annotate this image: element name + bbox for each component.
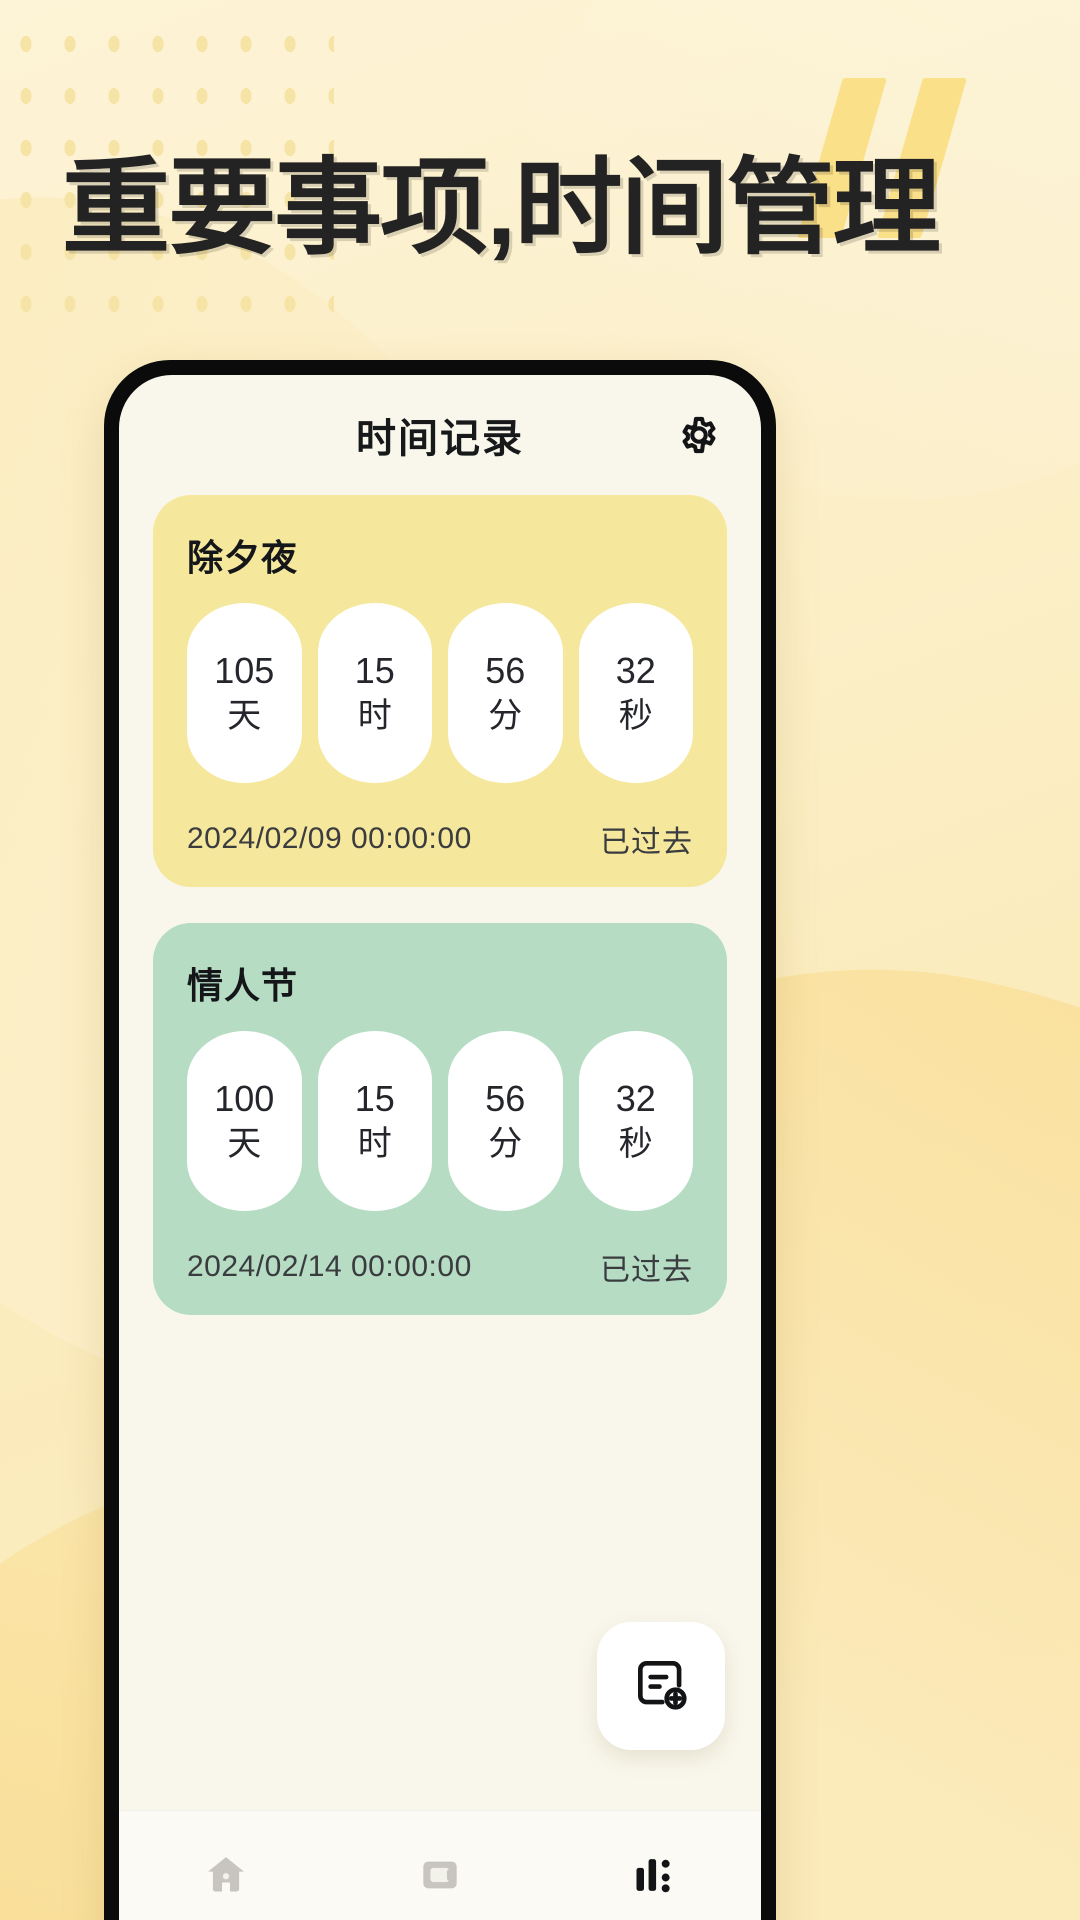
gear-icon bbox=[673, 409, 725, 461]
countdown-value: 15 bbox=[354, 650, 395, 692]
countdown-unit-minutes: 56 分 bbox=[448, 1031, 563, 1211]
countdown-label: 分 bbox=[488, 697, 523, 736]
countdown-row: 105 天 15 时 56 分 32 秒 bbox=[187, 603, 693, 783]
countdown-value: 32 bbox=[615, 650, 656, 692]
countdown-label: 天 bbox=[227, 1125, 262, 1164]
event-datetime: 2024/02/14 00:00:00 bbox=[187, 1250, 472, 1283]
countdown-value: 56 bbox=[485, 650, 526, 692]
promo-headline: 重要事项,时间管理 bbox=[62, 150, 941, 267]
status-badge: 已过去 bbox=[600, 1254, 693, 1287]
countdown-value: 15 bbox=[354, 1078, 395, 1120]
add-event-button[interactable] bbox=[597, 1622, 725, 1750]
countdown-unit-seconds: 32 秒 bbox=[578, 603, 693, 783]
page-title: 时间记录 bbox=[356, 417, 524, 461]
countdown-unit-days: 105 天 bbox=[187, 603, 302, 783]
event-title: 情人节 bbox=[187, 965, 299, 1006]
countdown-label: 秒 bbox=[618, 697, 653, 736]
countdown-row: 100 天 15 时 56 分 32 秒 bbox=[187, 1031, 693, 1211]
event-card-list: 除夕夜 105 天 15 时 56 分 32 秒 2024/02/09 00:0… bbox=[119, 495, 761, 1315]
countdown-label: 秒 bbox=[618, 1125, 653, 1164]
settings-button[interactable] bbox=[671, 407, 727, 463]
countdown-value: 32 bbox=[615, 1078, 656, 1120]
countdown-unit-seconds: 32 秒 bbox=[578, 1031, 693, 1211]
phone-mockup: 时间记录 除夕夜 105 天 15 时 56 分 32 秒 2024/02/09… bbox=[104, 360, 776, 1920]
countdown-label: 时 bbox=[357, 1125, 392, 1164]
countdown-label: 时 bbox=[357, 697, 392, 736]
countdown-unit-minutes: 56 分 bbox=[448, 603, 563, 783]
countdown-unit-hours: 15 时 bbox=[317, 1031, 432, 1211]
countdown-label: 天 bbox=[227, 697, 262, 736]
phone-screen: 时间记录 除夕夜 105 天 15 时 56 分 32 秒 2024/02/09… bbox=[119, 375, 761, 1920]
countdown-value: 105 bbox=[214, 650, 275, 692]
event-card-footer: 2024/02/09 00:00:00 已过去 bbox=[187, 817, 693, 861]
event-card[interactable]: 除夕夜 105 天 15 时 56 分 32 秒 2024/02/09 00:0… bbox=[153, 495, 727, 887]
app-header: 时间记录 bbox=[119, 375, 761, 495]
bottom-navigation bbox=[119, 1810, 761, 1920]
wallet-icon bbox=[415, 1850, 465, 1905]
add-note-icon bbox=[630, 1653, 692, 1720]
nav-item-stats[interactable] bbox=[594, 1837, 714, 1917]
countdown-unit-hours: 15 时 bbox=[317, 603, 432, 783]
countdown-value: 56 bbox=[485, 1078, 526, 1120]
event-title: 除夕夜 bbox=[187, 537, 299, 578]
countdown-value: 100 bbox=[214, 1078, 275, 1120]
countdown-label: 分 bbox=[488, 1125, 523, 1164]
status-badge: 已过去 bbox=[600, 826, 693, 859]
event-datetime: 2024/02/09 00:00:00 bbox=[187, 822, 472, 855]
nav-item-wallet[interactable] bbox=[380, 1837, 500, 1917]
event-card-footer: 2024/02/14 00:00:00 已过去 bbox=[187, 1245, 693, 1289]
stats-icon bbox=[629, 1850, 679, 1905]
home-icon bbox=[201, 1850, 251, 1905]
event-card[interactable]: 情人节 100 天 15 时 56 分 32 秒 2024/02/14 00:0… bbox=[153, 923, 727, 1315]
nav-item-home[interactable] bbox=[166, 1837, 286, 1917]
countdown-unit-days: 100 天 bbox=[187, 1031, 302, 1211]
